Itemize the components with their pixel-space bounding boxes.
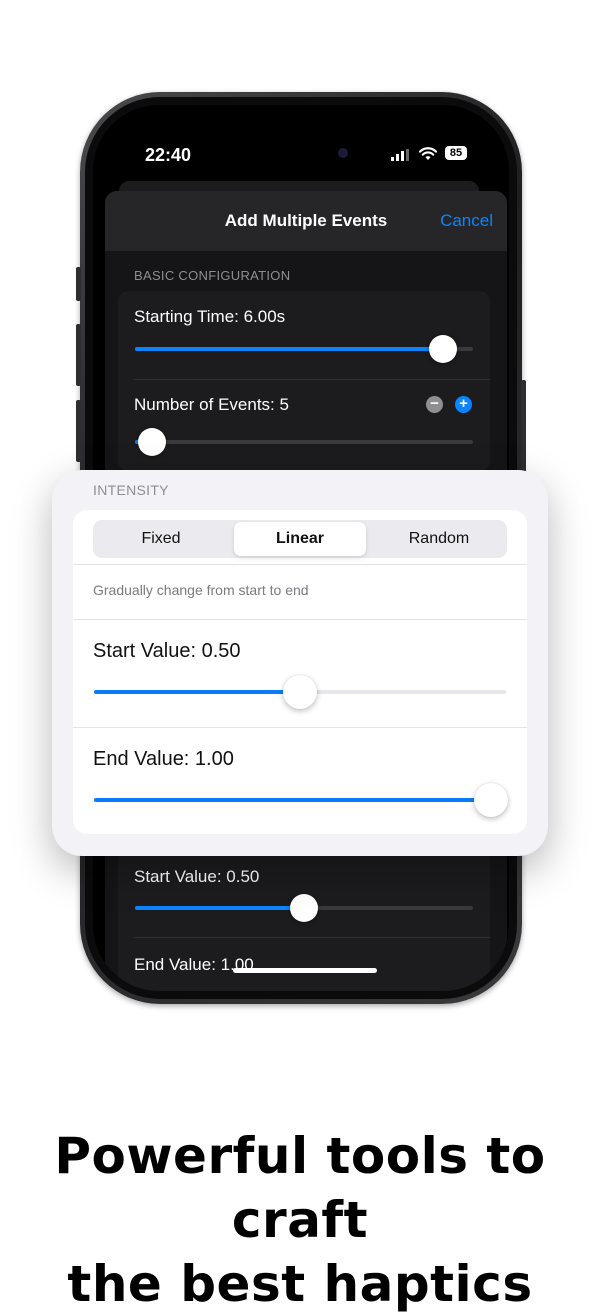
intensity-mode-segmented-control: Fixed Linear Random <box>93 520 507 558</box>
cancel-button[interactable]: Cancel <box>440 211 493 231</box>
segment-random[interactable]: Random <box>373 522 505 556</box>
intensity-group: Fixed Linear Random Gradually change fro… <box>73 510 527 834</box>
power-button <box>521 380 526 476</box>
slider-fill <box>94 690 300 694</box>
row-divider <box>134 937 490 938</box>
intensity-header: INTENSITY <box>93 482 169 498</box>
marketing-caption: Powerful tools to craft the best haptics <box>0 1124 600 1316</box>
row-divider <box>134 379 490 380</box>
events-label: Number of Events: 5 <box>134 395 289 414</box>
decrement-icon[interactable]: − <box>426 396 443 413</box>
slider-thumb[interactable] <box>428 335 457 363</box>
end-value-label: End Value: 1.00 <box>93 748 234 770</box>
slider-thumb[interactable] <box>474 783 508 817</box>
volume-up-button <box>76 324 81 386</box>
basic-config-header: BASIC CONFIGURATION <box>134 268 291 283</box>
mode-hint-text: Gradually change from start to end <box>93 582 309 598</box>
battery-icon: 85 <box>445 146 467 160</box>
row-divider <box>73 727 527 728</box>
end-value-slider[interactable] <box>94 783 508 817</box>
slider-fill <box>135 906 304 910</box>
row-divider <box>73 619 527 620</box>
start-value-slider[interactable] <box>94 675 506 709</box>
segment-linear[interactable]: Linear <box>234 522 366 556</box>
status-bar: 22:40 85 <box>93 137 509 167</box>
home-indicator <box>233 968 377 973</box>
silent-switch <box>76 267 81 301</box>
slider-fill <box>135 347 443 351</box>
cellular-signal-icon <box>391 149 409 161</box>
start-value-slider[interactable] <box>135 894 473 922</box>
intensity-card: INTENSITY Fixed Linear Random Gradually … <box>52 470 548 856</box>
segment-fixed[interactable]: Fixed <box>95 522 227 556</box>
volume-down-button <box>76 400 81 462</box>
start-value-label: Start Value: 0.50 <box>93 640 241 662</box>
slider-thumb[interactable] <box>290 894 318 922</box>
row-divider <box>73 564 527 565</box>
camera-dot <box>338 148 348 158</box>
caption-line-1: Powerful tools to craft <box>54 1127 546 1249</box>
status-time: 22:40 <box>145 145 192 165</box>
wifi-icon <box>419 147 437 160</box>
start-value-label: Start Value: 0.50 <box>134 867 260 886</box>
increment-icon[interactable]: + <box>455 396 472 413</box>
slider-thumb[interactable] <box>283 675 317 709</box>
slider-fill <box>94 798 506 802</box>
starting-time-label: Starting Time: 6.00s <box>134 307 286 326</box>
slider-thumb[interactable] <box>137 428 166 456</box>
events-slider[interactable] <box>135 428 473 456</box>
sheet-nav-bar: Add Multiple Events Cancel <box>105 191 507 251</box>
battery-level: 85 <box>449 147 463 159</box>
basic-config-group: Starting Time: 6.00s Number of Events: 5… <box>118 291 490 471</box>
caption-line-2: the best haptics <box>67 1255 533 1313</box>
starting-time-slider[interactable] <box>135 335 473 363</box>
